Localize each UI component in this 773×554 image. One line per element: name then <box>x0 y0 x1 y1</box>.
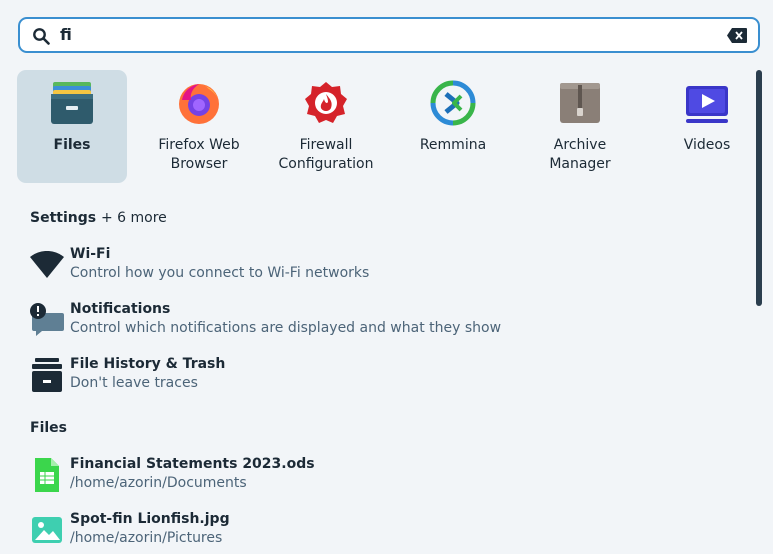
app-firewall[interactable]: Firewall Configuration <box>271 70 381 183</box>
app-label: Remmina <box>419 137 487 153</box>
item-title: Wi-Fi <box>70 246 111 262</box>
app-videos[interactable]: Videos <box>652 70 762 183</box>
remmina-icon <box>430 80 476 126</box>
settings-section-title[interactable]: Settings + 6 more <box>30 210 167 226</box>
app-label: Videos <box>683 137 731 153</box>
item-subtitle: Don't leave traces <box>70 375 198 391</box>
item-subtitle: /home/azorin/Documents <box>70 475 247 491</box>
more-count: + 6 more <box>100 210 167 226</box>
app-results: Files Firefox Web Browser Firewall Configu… <box>17 70 737 183</box>
file-history-trash-icon <box>32 358 62 392</box>
app-files[interactable]: Files <box>17 70 127 183</box>
clear-search-icon[interactable] <box>727 28 747 43</box>
search-bar[interactable]: fi <box>18 17 760 53</box>
firefox-icon <box>179 84 219 124</box>
search-icon <box>33 28 50 45</box>
list-item[interactable]: Spot-fin Lionfish.jpg /home/azorin/Pictu… <box>30 511 730 551</box>
item-subtitle: /home/azorin/Pictures <box>70 530 223 546</box>
scrollbar[interactable] <box>756 70 762 306</box>
list-item[interactable]: Wi-Fi Control how you connect to Wi-Fi n… <box>30 246 730 286</box>
files-section-title[interactable]: Files <box>30 420 67 436</box>
app-label: Archive Manager <box>549 137 611 172</box>
item-title: Spot-fin Lionfish.jpg <box>70 511 230 527</box>
app-firefox[interactable]: Firefox Web Browser <box>144 70 254 183</box>
app-archive-manager[interactable]: Archive Manager <box>525 70 635 183</box>
app-remmina[interactable]: Remmina <box>398 70 508 183</box>
notifications-icon <box>30 303 64 336</box>
item-title: Financial Statements 2023.ods <box>70 456 315 472</box>
image-icon <box>32 517 62 543</box>
item-subtitle: Control how you connect to Wi-Fi network… <box>70 265 370 281</box>
item-title: File History & Trash <box>70 356 226 372</box>
item-title: Notifications <box>70 301 171 317</box>
search-input[interactable]: fi <box>60 25 72 45</box>
files-icon <box>51 82 93 124</box>
app-label: Firefox Web Browser <box>158 137 240 172</box>
item-subtitle: Control which notifications are displaye… <box>70 320 502 336</box>
app-label: Firewall Configuration <box>278 137 374 172</box>
list-item[interactable]: Notifications Control which notification… <box>30 301 730 341</box>
list-item[interactable]: Financial Statements 2023.ods /home/azor… <box>30 456 730 496</box>
videos-icon <box>686 86 728 123</box>
list-item[interactable]: File History & Trash Don't leave traces <box>30 356 730 396</box>
firewall-icon <box>305 82 347 123</box>
spreadsheet-icon <box>35 458 59 492</box>
app-label: Files <box>53 137 91 153</box>
wifi-icon <box>30 251 64 278</box>
archive-manager-icon <box>560 83 600 123</box>
